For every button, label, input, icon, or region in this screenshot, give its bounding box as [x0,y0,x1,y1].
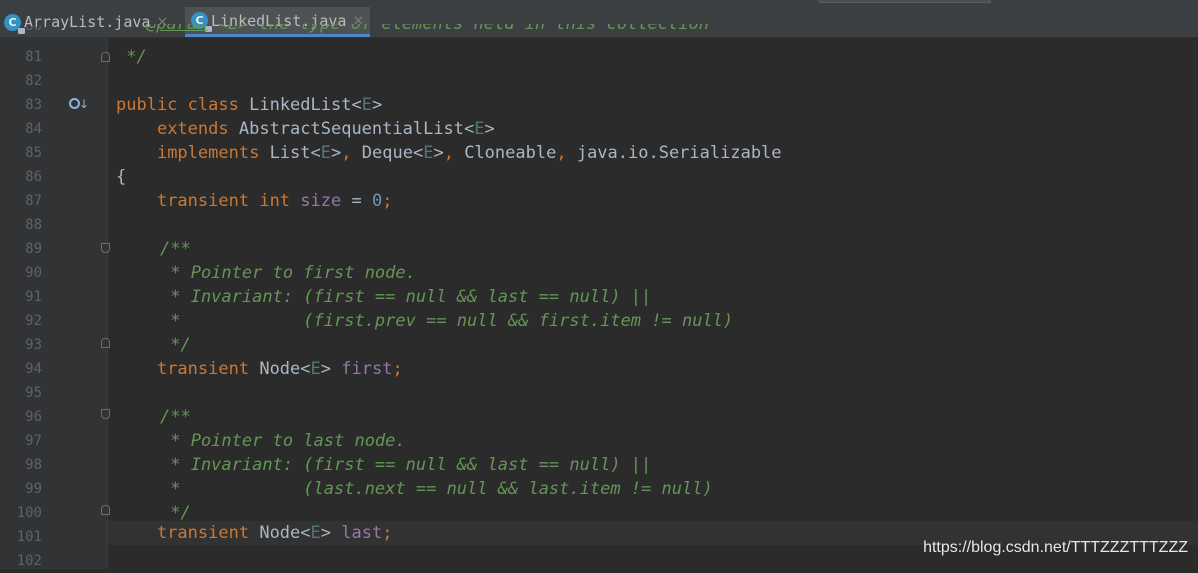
type-param: E [361,95,372,115]
code-line-80: @param <E> the type of elements held in … [116,24,709,37]
line-number: 88 [25,217,42,233]
line-number: 92 [25,313,42,329]
field-name: size [300,191,342,211]
keyword: transient [156,359,250,379]
fold-end-icon[interactable] [101,52,110,62]
keyword: public [116,95,178,115]
line-number: 84 [25,121,42,137]
javadoc-tag: @param [146,24,208,34]
line-number: 101 [16,529,42,545]
toolbar-edge [819,0,991,3]
line-number: 94 [25,361,42,377]
operator: = [341,191,372,211]
code-line-99: * (last.next == null && last.item != nul… [160,479,713,499]
field-name: last [341,523,383,543]
line-number: 97 [25,433,42,449]
number: 0 [371,191,383,211]
code-line-89: /** [160,239,191,259]
code-line-86: { [116,167,127,187]
comment-text: <E> the type of elements held in this co… [207,24,709,34]
code-line-97: * Pointer to last node. [160,431,406,451]
keyword: transient [156,191,250,211]
code-line-98: * Invariant: (first == null && last == n… [160,455,652,475]
line-number: 86 [25,169,42,185]
code-line-92: * (first.prev == null && first.item != n… [160,311,734,331]
class-name: AbstractSequentialList [238,119,465,139]
code-line-84: extends AbstractSequentialList<E> [116,117,495,141]
line-number: 87 [25,193,42,209]
line-number: 80 [25,26,42,34]
code-line-96: /** [160,407,191,427]
fold-start-icon[interactable] [101,243,110,253]
arrow-down-icon: ↓ [79,97,90,111]
code-line-90: * Pointer to first node. [160,263,416,283]
fold-end-icon[interactable] [101,505,110,515]
keyword: transient [156,523,250,543]
line-number: 85 [25,145,42,161]
punct: ; [382,523,393,543]
keyword: class [187,95,239,115]
keyword: int [259,191,291,211]
line-number: 100 [16,505,42,521]
code-line-83: public class LinkedList<E> [116,93,382,117]
line-number: 102 [16,553,42,569]
field-name: first [341,359,393,379]
type-param: E [310,523,321,543]
type-param: E [423,143,434,163]
line-number: 93 [25,337,42,353]
line-number: 96 [25,409,42,425]
type-param: E [474,119,485,139]
punct: > [484,119,495,139]
code-line-93: */ [160,335,191,355]
code-line-87: transient int size = 0; [116,189,393,213]
class-name: java.io.Serializable [576,143,782,163]
line-number: 91 [25,289,42,305]
type-param: E [310,359,321,379]
watermark: https://blog.csdn.net/TTTZZZTTTZZZ [923,539,1188,556]
gutter-separator [107,37,108,569]
punct: < [464,119,475,139]
punct: < [351,95,362,115]
punct: ; [392,359,403,379]
line-number: 98 [25,457,42,473]
class-name: Node [259,523,301,543]
code-line-81: */ [116,47,147,67]
type-param: E [320,143,332,163]
code-line-85: implements List<E>, Deque<E>, Cloneable,… [156,143,782,163]
class-name: Node [259,359,301,379]
code-line-91: * Invariant: (first == null && last == n… [160,287,652,307]
line-number: 89 [25,241,42,257]
line-number: 81 [25,49,42,65]
line-number: 82 [25,73,42,89]
line-number: 99 [25,481,42,497]
code-line-101: transient Node<E> last; [156,523,393,543]
keyword: extends [156,119,229,139]
line-number: 83 [25,97,42,113]
punct: > [371,95,383,115]
class-name: Deque [361,143,413,163]
fold-start-icon[interactable] [101,409,110,419]
code-line-94: transient Node<E> first; [156,359,403,379]
class-name: Cloneable [464,143,557,163]
line-number: 95 [25,385,42,401]
punct: ; [382,191,393,211]
line-number: 90 [25,265,42,281]
class-name: LinkedList [249,95,352,115]
fold-end-icon[interactable] [101,338,110,348]
keyword: implements [156,143,260,163]
class-name: List [269,143,311,163]
